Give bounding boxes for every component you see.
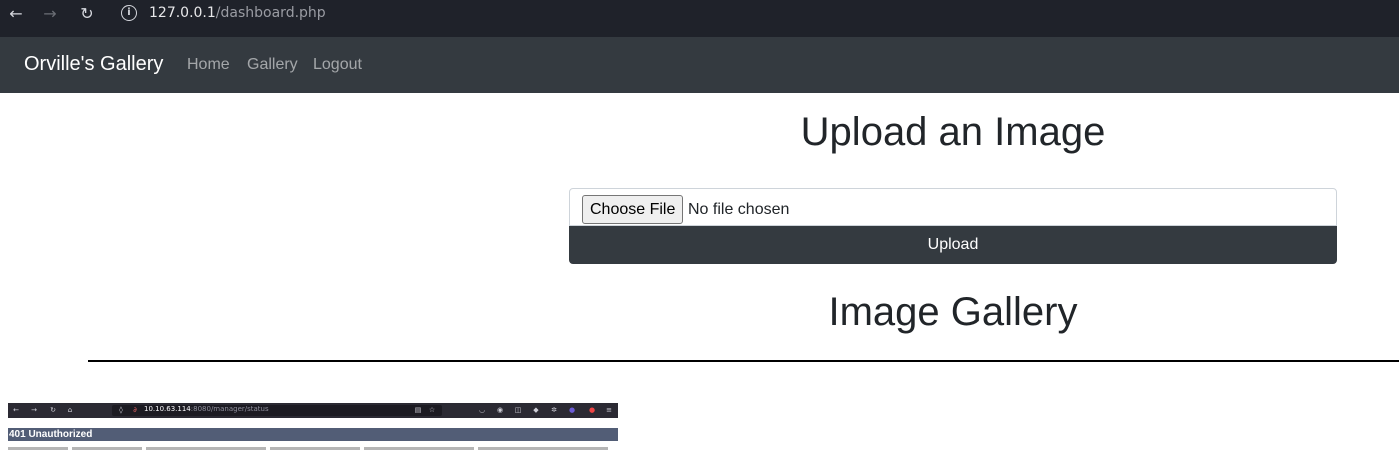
file-status-text: No file chosen: [688, 201, 790, 218]
thumb-reader-icon: ▤: [414, 406, 422, 414]
thumb-body-text: [8, 447, 618, 451]
nav-link-logout[interactable]: Logout: [313, 56, 362, 74]
thumb-star-icon: ☆: [428, 406, 436, 414]
back-arrow-icon[interactable]: ←: [6, 4, 26, 24]
thumb-account-icon: ◉: [496, 406, 504, 414]
upload-button[interactable]: Upload: [569, 226, 1337, 264]
thumb-error-heading: 401 Unauthorized: [9, 429, 93, 440]
gallery-heading: Image Gallery: [828, 290, 1078, 334]
thumb-badge-icon: ●: [568, 406, 576, 414]
brand-link[interactable]: Orville's Gallery: [24, 53, 163, 76]
thumb-notify-icon: ●: [588, 406, 596, 414]
thumb-url-rest: :8080/manager/status: [190, 405, 269, 413]
thumb-menu-icon: ≡: [606, 406, 612, 414]
chrome-spacer: [0, 27, 1399, 37]
thumb-home-icon: ⌂: [67, 406, 73, 414]
nav-link-gallery[interactable]: Gallery: [247, 56, 298, 74]
thumb-shield-icon: ◊: [119, 406, 123, 414]
thumb-pocket-icon: ◡: [478, 406, 486, 414]
thumb-url-host: 10.10.63.114: [144, 405, 191, 413]
thumb-settings-icon: ✲: [551, 406, 557, 414]
thumb-extension-icon: ◫: [514, 406, 522, 414]
thumb-lock-icon: ∂: [133, 406, 137, 414]
thumb-forward-icon: →: [31, 406, 37, 414]
file-input[interactable]: Choose File No file chosen: [569, 188, 1337, 226]
browser-toolbar: ← → ↻ i 127.0.0.1/dashboard.php: [0, 0, 1399, 27]
nav-link-home[interactable]: Home: [187, 56, 230, 74]
thumb-addon-icon: ◆: [533, 406, 539, 414]
choose-file-button[interactable]: Choose File: [582, 195, 684, 224]
thumb-error-banner: [8, 428, 618, 441]
gallery-image[interactable]: ← → ↻ ⌂ ◊ ∂ 10.10.63.114:8080/manager/st…: [8, 403, 618, 452]
gallery-divider: [88, 360, 1399, 362]
url-host: 127.0.0.1: [149, 5, 216, 21]
thumb-url: 10.10.63.114:8080/manager/status: [144, 405, 269, 413]
thumb-reload-icon: ↻: [50, 406, 56, 414]
forward-arrow-icon[interactable]: →: [40, 4, 60, 24]
url-path: /dashboard.php: [215, 5, 326, 21]
thumb-back-icon: ←: [13, 406, 19, 414]
site-navbar: Orville's Gallery Home Gallery Logout: [0, 37, 1399, 93]
address-bar[interactable]: 127.0.0.1/dashboard.php: [149, 5, 326, 21]
upload-heading: Upload an Image: [800, 110, 1106, 154]
site-info-icon[interactable]: i: [121, 5, 137, 21]
reload-icon[interactable]: ↻: [77, 4, 97, 24]
